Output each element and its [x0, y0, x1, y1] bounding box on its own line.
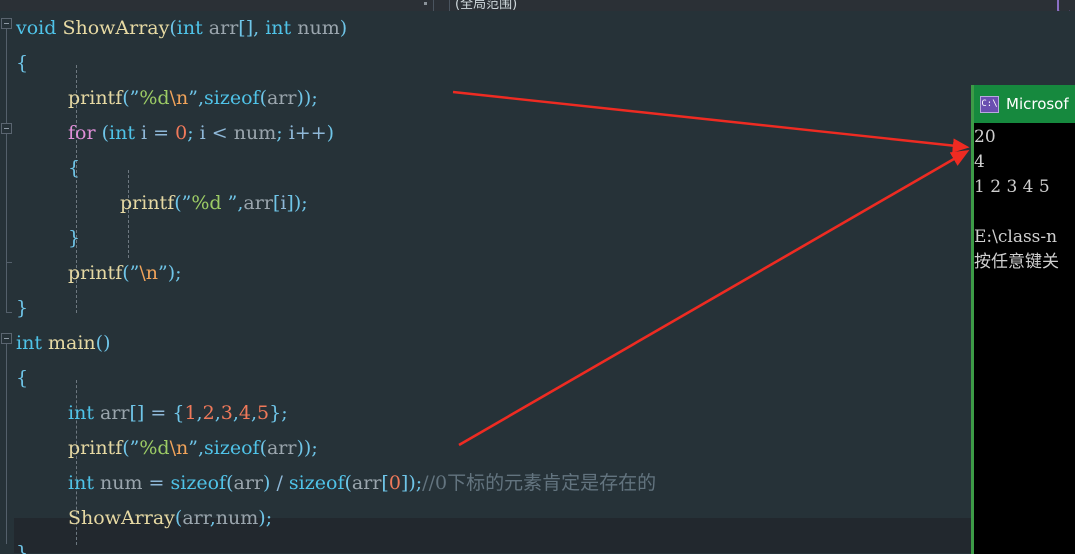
code-editor[interactable]: void ShowArray(int arr[], int num){print… — [0, 11, 1075, 554]
code-line[interactable]: printf(”%d ”,arr[i]); — [14, 186, 1075, 221]
console-prompt-icon: C:\ — [980, 95, 999, 113]
console-output: 20 4 1 2 3 4 5 E:\class-n 按任意键关 — [972, 123, 1075, 275]
toolbar-divider-right — [449, 0, 450, 11]
fold-region-showarray-end — [6, 312, 12, 313]
toolbar-purple-icon[interactable] — [1057, 0, 1070, 11]
code-line[interactable]: } — [14, 221, 1075, 256]
toolbar-divider-left — [433, 0, 434, 11]
code-line[interactable]: } — [14, 536, 1075, 554]
code-line[interactable]: int main() — [14, 326, 1075, 361]
fold-region-for — [6, 134, 7, 262]
code-line[interactable]: for (int i = 0; i < num; i++) — [14, 116, 1075, 151]
scope-dropdown-caret-icon[interactable] — [424, 2, 427, 5]
console-line: 20 — [974, 127, 996, 147]
code-line[interactable]: ShowArray(arr,num); — [14, 501, 1075, 536]
code-line[interactable]: int arr[] = {1,2,3,4,5}; — [14, 396, 1075, 431]
code-line[interactable]: int num = sizeof(arr) / sizeof(arr[0]);/… — [14, 466, 1075, 501]
console-line: 按任意键关 — [974, 252, 1059, 272]
console-titlebar[interactable]: C:\ Microsof — [972, 85, 1075, 123]
code-line[interactable]: void ShowArray(int arr[], int num) — [14, 11, 1075, 46]
code-line[interactable]: } — [14, 291, 1075, 326]
editor-gutter[interactable] — [0, 11, 14, 554]
code-line[interactable]: printf(”%d\n”,sizeof(arr)); — [14, 431, 1075, 466]
console-line: 1 2 3 4 5 — [974, 177, 1050, 197]
code-line[interactable]: printf(”\n”); — [14, 256, 1075, 291]
console-line: 4 — [974, 152, 985, 172]
visual-studio-window: (全局范围) void ShowArray(int arr[], int num… — [0, 0, 1075, 554]
code-line[interactable]: printf(”%d\n”,sizeof(arr)); — [14, 81, 1075, 116]
console-title-label: Microsof — [1006, 95, 1069, 113]
console-line: E:\class-n — [974, 227, 1058, 247]
fold-region-main — [6, 344, 7, 544]
fold-region-for-end — [6, 262, 12, 263]
fold-toggle-showarray[interactable] — [1, 18, 12, 29]
code-content[interactable]: void ShowArray(int arr[], int num){print… — [14, 11, 1075, 554]
console-window[interactable]: C:\ Microsof 20 4 1 2 3 4 5 E:\class-n 按任意键… — [972, 85, 1075, 554]
fold-toggle-for[interactable] — [1, 123, 12, 134]
code-line[interactable]: { — [14, 46, 1075, 81]
fold-toggle-main[interactable] — [1, 333, 12, 344]
code-line[interactable]: { — [14, 361, 1075, 396]
console-left-border — [972, 85, 974, 554]
code-line[interactable]: { — [14, 151, 1075, 186]
